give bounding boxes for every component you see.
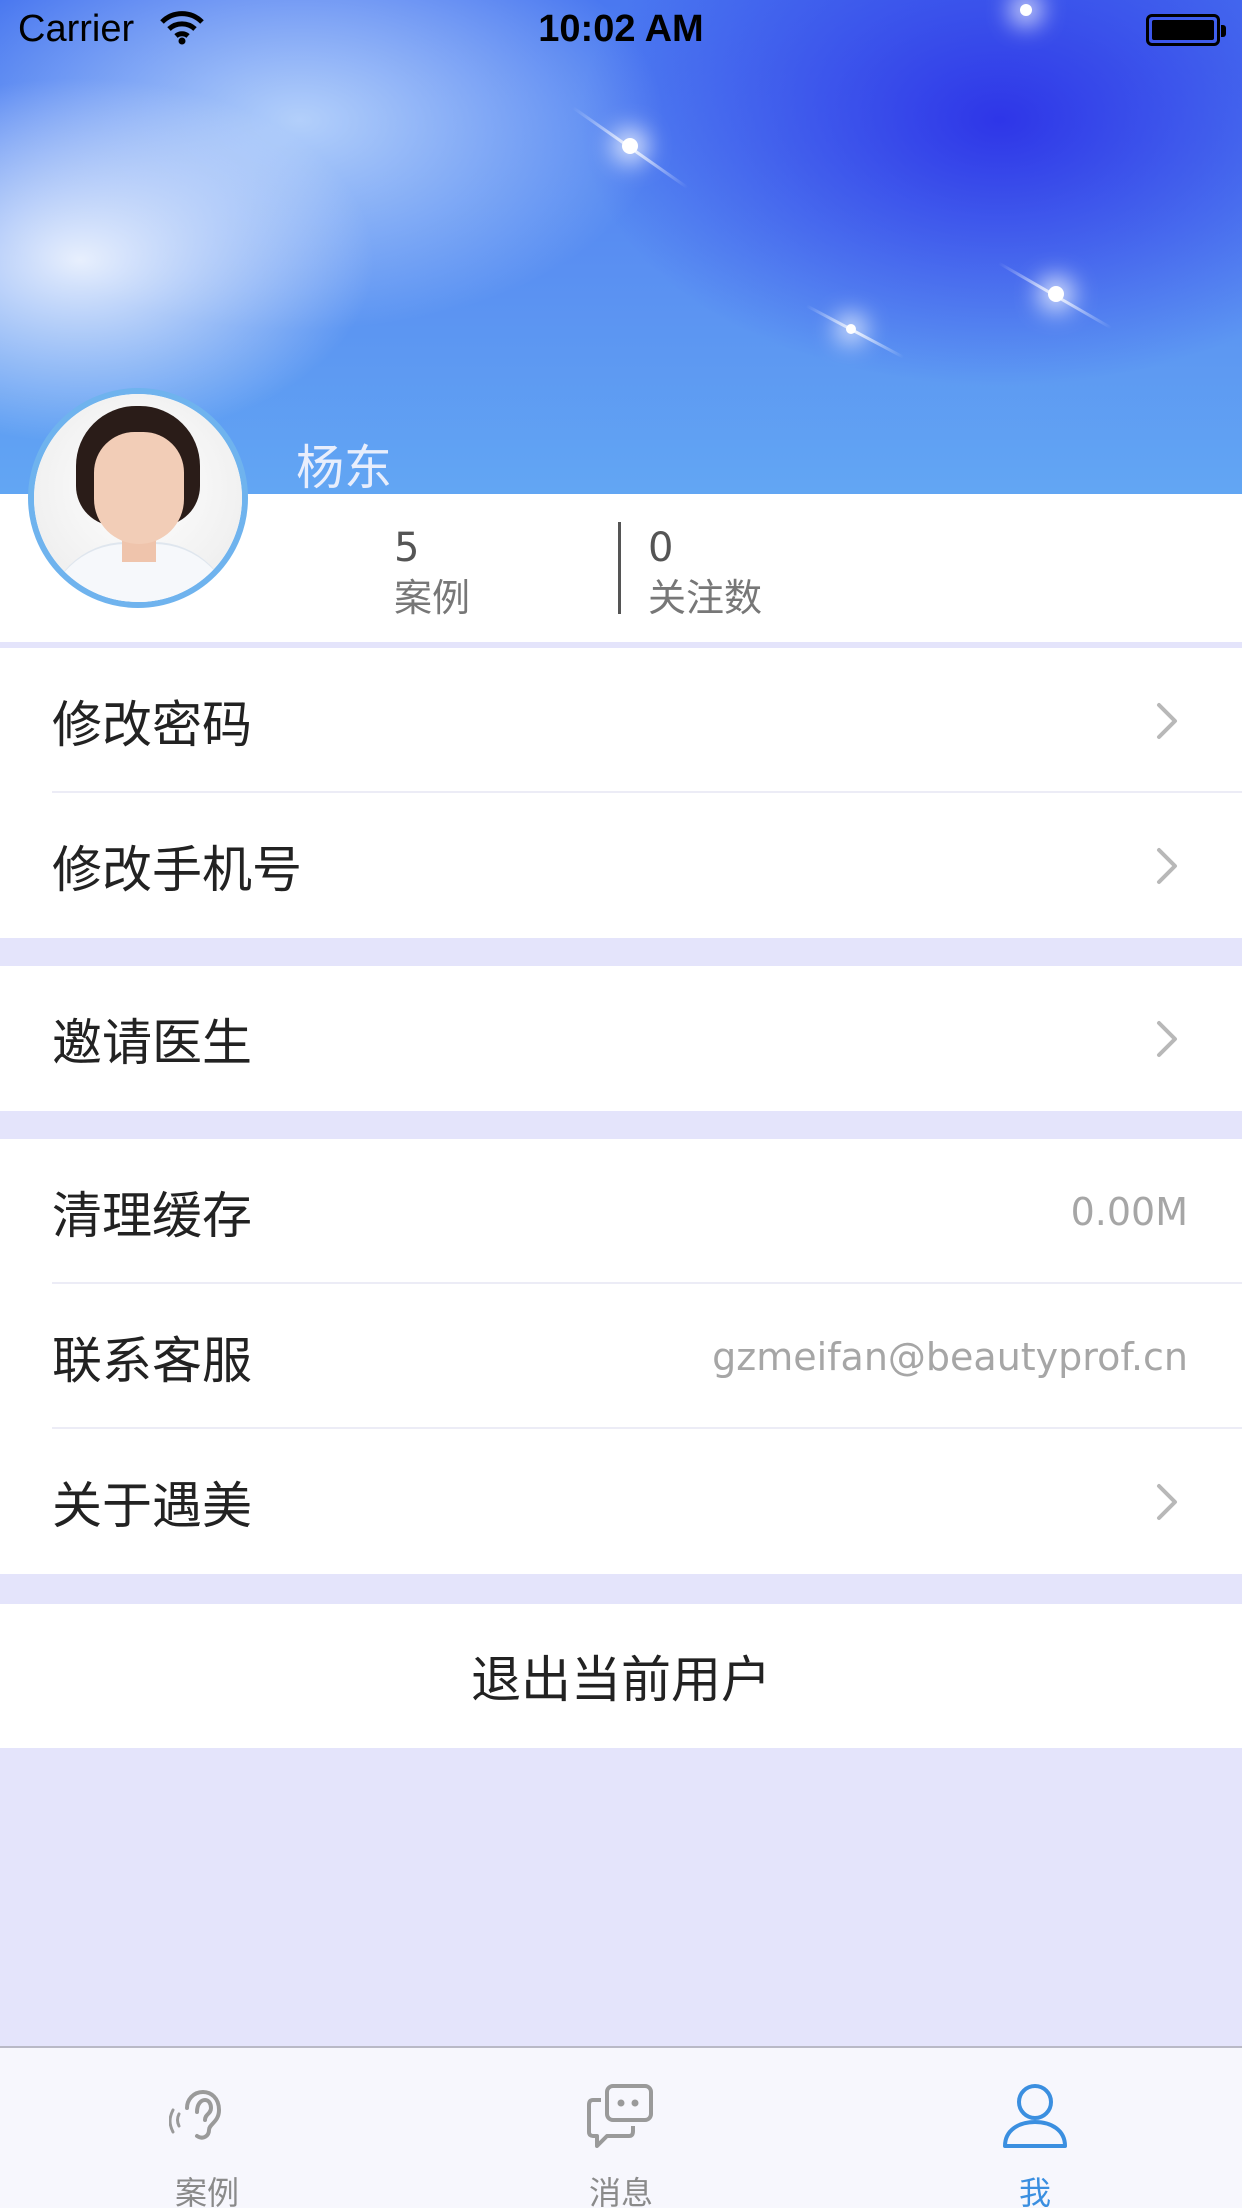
light-streak-decoration bbox=[997, 261, 1113, 330]
invite-group: 邀请医生 bbox=[0, 966, 1242, 1111]
tab-cases[interactable]: 案例 bbox=[0, 2048, 414, 2208]
tab-me-label: 我 bbox=[1018, 2174, 1051, 2208]
tab-me[interactable]: 我 bbox=[828, 2048, 1242, 2208]
chevron-right-icon bbox=[1157, 702, 1177, 739]
chevron-right-icon bbox=[1157, 847, 1177, 884]
cache-size-value: 0.00M bbox=[1070, 1189, 1188, 1234]
support-email-value: gzmeifan@beautyprof.cn bbox=[712, 1334, 1188, 1379]
chevron-right-icon bbox=[1157, 1020, 1177, 1057]
stat-followers-label: 关注数 bbox=[648, 576, 763, 620]
stat-followers-count: 0 bbox=[648, 525, 674, 571]
change-password-label: 修改密码 bbox=[52, 695, 252, 754]
logout-button[interactable]: 退出当前用户 bbox=[0, 1604, 1242, 1748]
change-phone-label: 修改手机号 bbox=[52, 840, 302, 899]
contact-support-label: 联系客服 bbox=[52, 1331, 252, 1390]
change-password-row[interactable]: 修改密码 bbox=[0, 648, 1242, 793]
contact-support-row[interactable]: 联系客服 gzmeifan@beautyprof.cn bbox=[0, 1284, 1242, 1429]
clock-time: 10:02 AM bbox=[538, 8, 704, 50]
stat-cases-label: 案例 bbox=[394, 576, 471, 620]
person-icon bbox=[1003, 2084, 1067, 2148]
user-name: 杨东 bbox=[296, 440, 393, 496]
ear-icon bbox=[169, 2089, 222, 2140]
light-streak-decoration bbox=[571, 106, 689, 189]
stat-cases-count: 5 bbox=[394, 525, 420, 571]
invite-doctor-label: 邀请医生 bbox=[52, 1013, 252, 1072]
logout-group: 退出当前用户 bbox=[0, 1604, 1242, 1748]
logout-label: 退出当前用户 bbox=[471, 1651, 771, 1709]
avatar[interactable] bbox=[28, 388, 248, 608]
tab-messages[interactable]: 消息 bbox=[414, 2048, 828, 2208]
stat-followers[interactable]: 0 关注数 bbox=[648, 524, 762, 624]
tab-messages-label: 消息 bbox=[588, 2174, 653, 2208]
chat-bubble-icon bbox=[587, 2084, 653, 2148]
change-phone-row[interactable]: 修改手机号 bbox=[0, 793, 1242, 938]
tab-bar: 案例 消息 我 bbox=[0, 2046, 1242, 2208]
tab-cases-label: 案例 bbox=[174, 2174, 239, 2208]
about-label: 关于遇美 bbox=[52, 1476, 252, 1535]
stat-cases[interactable]: 5 案例 bbox=[394, 524, 470, 624]
about-row[interactable]: 关于遇美 bbox=[0, 1429, 1242, 1574]
light-streak-decoration bbox=[805, 304, 905, 359]
battery-icon bbox=[1146, 14, 1226, 46]
invite-doctor-row[interactable]: 邀请医生 bbox=[0, 966, 1242, 1111]
chevron-right-icon bbox=[1157, 1483, 1177, 1520]
account-settings-group: 修改密码 修改手机号 bbox=[0, 648, 1242, 938]
clear-cache-row[interactable]: 清理缓存 0.00M bbox=[0, 1139, 1242, 1284]
stat-divider bbox=[618, 522, 621, 614]
status-bar: Carrier 10:02 AM bbox=[0, 0, 1242, 60]
clear-cache-label: 清理缓存 bbox=[52, 1186, 252, 1245]
app-settings-group: 清理缓存 0.00M 联系客服 gzmeifan@beautyprof.cn 关… bbox=[0, 1139, 1242, 1574]
